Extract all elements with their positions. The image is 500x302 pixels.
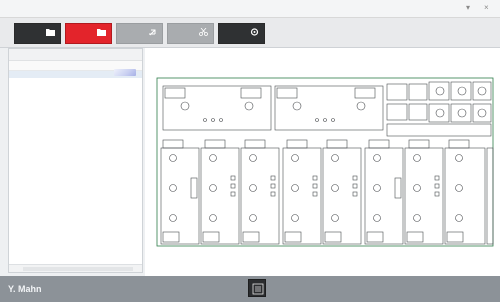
- export-button[interactable]: [116, 23, 163, 44]
- layers-button[interactable]: [248, 279, 266, 297]
- minimize-button[interactable]: ▾: [466, 3, 470, 13]
- sheet-border: [156, 77, 494, 247]
- toolbar: [0, 18, 500, 48]
- close-button[interactable]: ×: [484, 3, 489, 13]
- table-cell: [9, 71, 53, 78]
- app-window: ▾ × Y. Mahn: [0, 0, 500, 302]
- title-bar: ▾ ×: [0, 0, 500, 18]
- stack-icon: [252, 283, 264, 295]
- scissors-icon: [199, 28, 208, 36]
- column-header[interactable]: [53, 61, 97, 70]
- side-panel-footer: [9, 264, 142, 272]
- data-grid: [9, 61, 142, 85]
- open-button[interactable]: [14, 23, 61, 44]
- table-cell: [53, 78, 97, 85]
- side-panel: [8, 48, 143, 273]
- side-panel-title: [9, 49, 142, 61]
- cut-button[interactable]: [167, 23, 214, 44]
- gear-icon: [250, 28, 259, 36]
- vertical-plate: [160, 147, 200, 245]
- column-header[interactable]: [9, 61, 53, 70]
- panel-accent: [114, 69, 136, 76]
- new-button[interactable]: [65, 23, 112, 44]
- status-bar: Y. Mahn: [0, 276, 500, 302]
- folder-icon: [97, 29, 106, 36]
- top-plate: [274, 85, 384, 131]
- table-row[interactable]: [9, 78, 142, 85]
- vertical-plate: [444, 147, 486, 245]
- settings-button[interactable]: [218, 23, 265, 44]
- table-cell: [53, 71, 97, 78]
- top-plate: [162, 85, 272, 131]
- horizontal-scrollbar[interactable]: [23, 267, 133, 271]
- cad-drawing: [156, 77, 494, 247]
- table-cell: [9, 78, 53, 85]
- brand-label: Y. Mahn: [8, 284, 42, 294]
- export-icon: [149, 29, 156, 36]
- folder-icon: [46, 29, 55, 36]
- vertical-plate: [364, 147, 404, 245]
- table-cell: [98, 78, 142, 85]
- drawing-canvas[interactable]: [145, 48, 500, 276]
